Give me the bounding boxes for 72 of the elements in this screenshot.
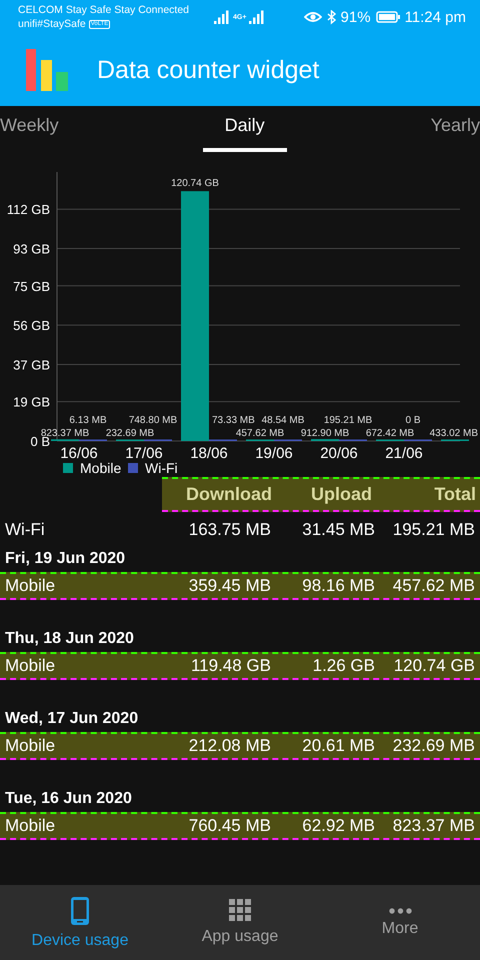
clock-time: 11:24 pm bbox=[404, 8, 466, 26]
legend-label: Mobile bbox=[80, 460, 122, 476]
y-axis-label: 37 GB bbox=[13, 357, 50, 372]
row-label: Wi-Fi bbox=[5, 520, 46, 540]
grid-icon bbox=[228, 899, 252, 922]
table-cell-text: 195.21 MB bbox=[392, 520, 475, 540]
bar-value-label: 457.62 MB bbox=[236, 428, 284, 439]
bar-value-label: 48.54 MB bbox=[262, 415, 304, 426]
carrier-name: CELCOM Stay Safe Stay Connected bbox=[18, 4, 190, 16]
x-axis-label: 16/06 bbox=[60, 445, 98, 462]
table-cell-text: 359.45 MB bbox=[188, 576, 271, 596]
table-cell-text: 120.74 GB bbox=[392, 656, 475, 676]
carrier-name: unifi#StaySafe bbox=[18, 18, 86, 30]
table-cell-text: 760.45 MB bbox=[188, 816, 271, 836]
x-axis-label: 17/06 bbox=[125, 445, 163, 462]
y-axis-label: 19 GB bbox=[13, 394, 50, 410]
table-cell-text: 212.08 MB bbox=[188, 736, 271, 756]
date-heading: Thu, 18 Jun 2020 bbox=[4, 629, 135, 649]
row-label: Mobile bbox=[5, 736, 56, 756]
date-heading: Wed, 17 Jun 2020 bbox=[4, 709, 140, 729]
table-cell-text: 98.16 MB bbox=[301, 576, 375, 596]
signal-icon bbox=[249, 10, 266, 24]
table-cell-text: 232.69 MB bbox=[392, 736, 475, 756]
legend-label: Wi-Fi bbox=[145, 460, 178, 476]
x-axis-label: 21/06 bbox=[385, 445, 423, 462]
nav-item[interactable]: More bbox=[320, 885, 480, 960]
bar-value-label: 195.21 MB bbox=[324, 415, 372, 426]
y-axis-label: 75 GB bbox=[13, 278, 50, 294]
row-label: Mobile bbox=[5, 656, 56, 676]
table-cell-text: 1.26 GB bbox=[312, 656, 375, 676]
table-cell-text: 823.37 MB bbox=[392, 816, 475, 836]
battery-percent: 91% bbox=[340, 8, 371, 26]
column-header: Download bbox=[185, 484, 273, 505]
table-cell-text: 457.62 MB bbox=[392, 576, 475, 596]
tab[interactable]: Yearly bbox=[430, 106, 480, 152]
table-cell-text: 31.45 MB bbox=[301, 520, 375, 540]
nav-item[interactable]: App usage bbox=[160, 885, 320, 960]
table-cell-text: 119.48 GB bbox=[190, 656, 271, 676]
column-header: Upload bbox=[310, 484, 373, 505]
bar-value-label: 433.02 MB bbox=[430, 428, 478, 439]
y-axis-label: 112 GB bbox=[6, 202, 50, 218]
tab[interactable]: Weekly bbox=[0, 106, 59, 152]
date-heading: Tue, 16 Jun 2020 bbox=[4, 789, 133, 809]
eye-icon bbox=[304, 11, 322, 23]
bar-value-label: 912.90 MB bbox=[300, 428, 350, 439]
row-label: Mobile bbox=[5, 576, 56, 596]
bar-value-label: 73.33 MB bbox=[212, 415, 255, 426]
bar-value-label: 0 B bbox=[406, 415, 420, 426]
app-title: Data counter widget bbox=[97, 56, 320, 84]
x-axis-label: 20/06 bbox=[320, 445, 358, 462]
phone-icon bbox=[70, 896, 90, 926]
bluetooth-icon bbox=[326, 10, 336, 24]
table-cell-text: 62.92 MB bbox=[301, 816, 375, 836]
date-heading: Fri, 19 Jun 2020 bbox=[4, 549, 126, 569]
battery-icon bbox=[376, 11, 400, 23]
row-label: Mobile bbox=[5, 816, 56, 836]
column-header: Total bbox=[433, 484, 477, 505]
signal-icon bbox=[214, 10, 230, 24]
bar-value-label: 6.13 MB bbox=[69, 415, 107, 426]
bar-value-label: 672.42 MB bbox=[366, 428, 414, 439]
bar-value-label: 120.74 GB bbox=[171, 178, 219, 190]
bar-chart-icon bbox=[26, 49, 70, 91]
y-axis-label: 93 GB bbox=[13, 242, 50, 257]
table-cell-text: 20.61 MB bbox=[301, 736, 375, 756]
x-axis-label: 19/06 bbox=[255, 445, 293, 462]
table-cell-text: 163.75 MB bbox=[188, 520, 271, 540]
nav-item[interactable]: Device usage bbox=[0, 885, 160, 960]
bar-value-label: 232.69 MB bbox=[106, 428, 154, 439]
y-axis-label: 56 GB bbox=[13, 318, 50, 334]
x-axis-label: 18/06 bbox=[190, 445, 228, 462]
bar-value-label: 748.80 MB bbox=[128, 415, 178, 426]
more-icon bbox=[388, 908, 412, 914]
